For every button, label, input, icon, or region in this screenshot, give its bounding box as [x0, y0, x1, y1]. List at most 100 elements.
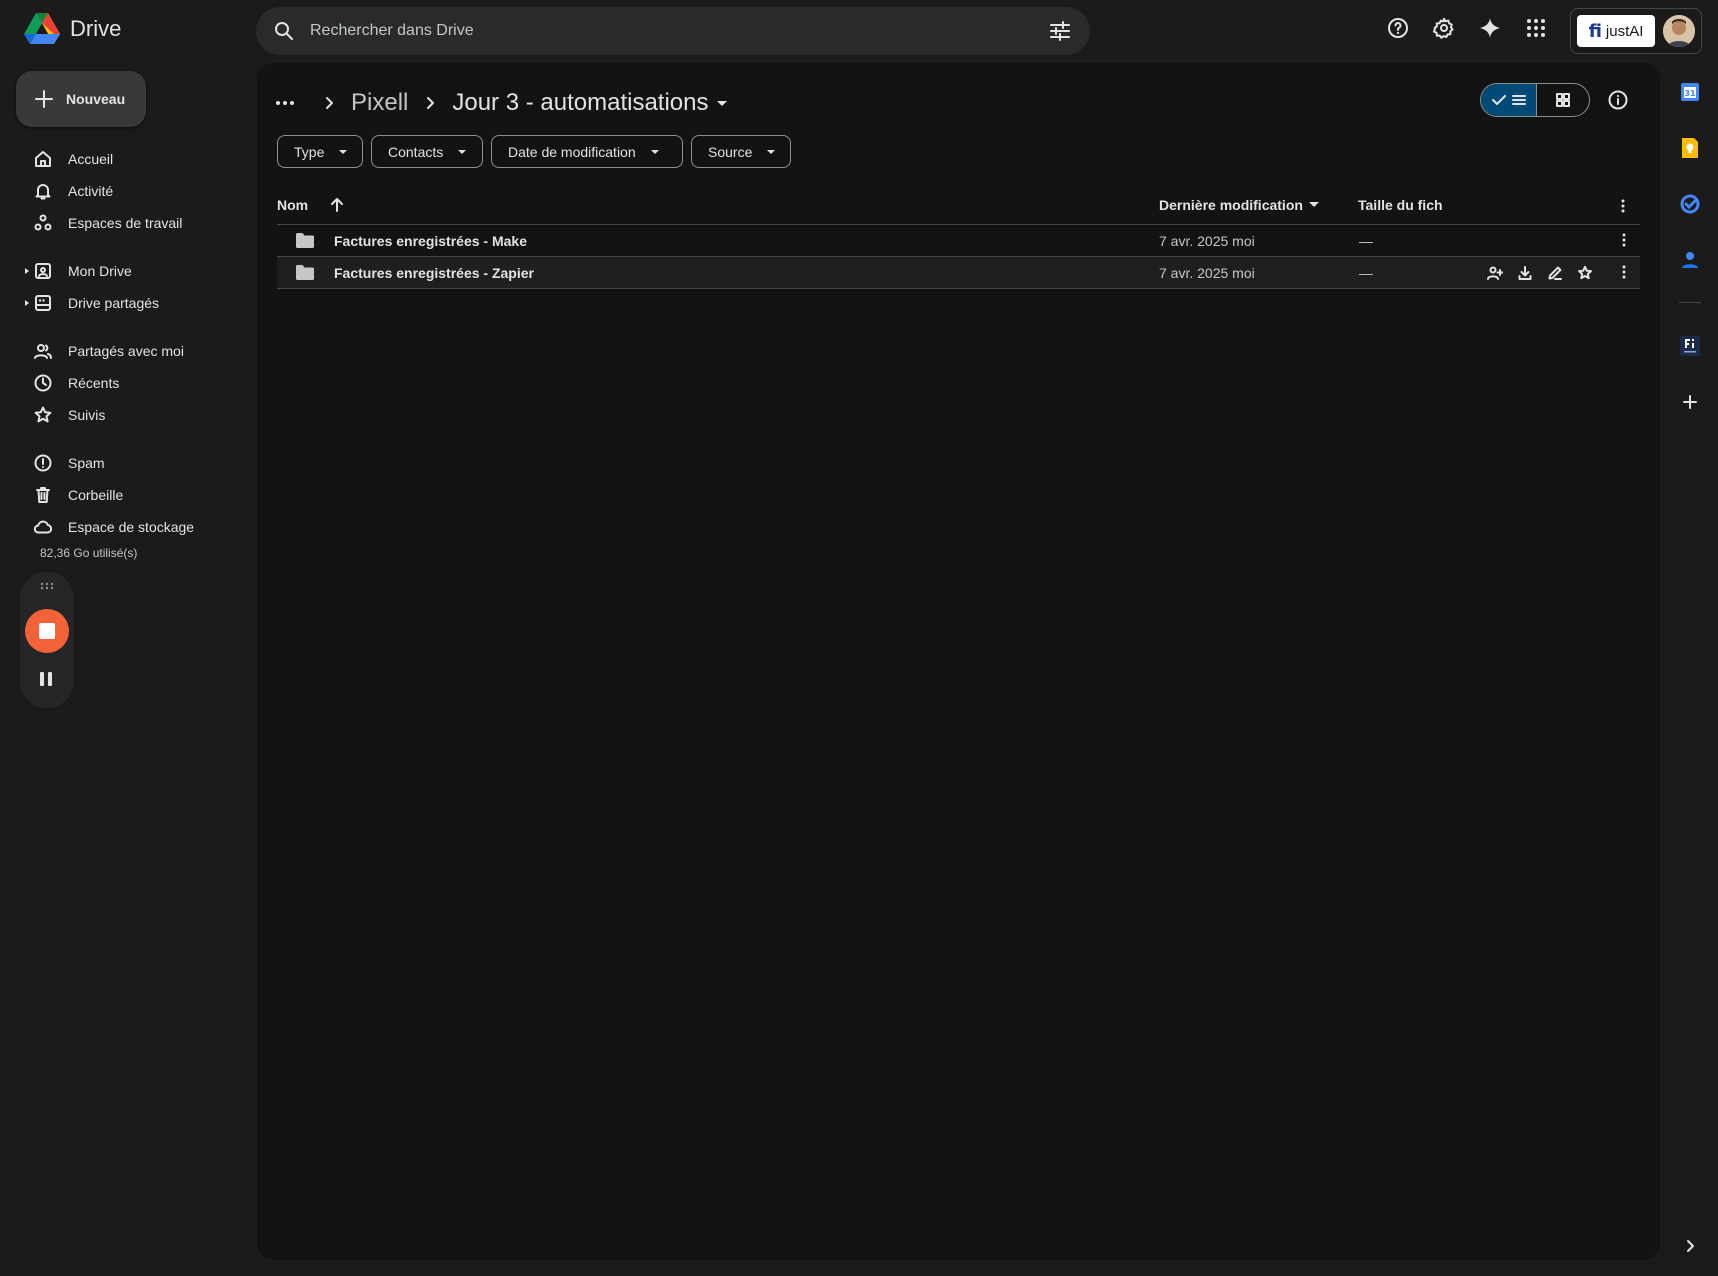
sidebar-item-recent[interactable]: Récents — [0, 367, 256, 399]
column-header-modified-label: Dernière modification — [1159, 197, 1303, 213]
filter-label: Type — [294, 143, 325, 160]
contacts-app-button[interactable] — [1676, 246, 1704, 274]
avatar-image — [1663, 15, 1695, 47]
sidebar-item-label: Accueil — [68, 151, 114, 167]
search-input[interactable] — [310, 22, 1048, 40]
info-icon[interactable] — [1607, 89, 1629, 111]
tasks-app-button[interactable] — [1676, 190, 1704, 218]
cloud-icon — [33, 520, 53, 534]
workspaces-icon — [34, 214, 52, 231]
contacts-icon — [1682, 252, 1698, 268]
caret-down-icon[interactable] — [712, 93, 732, 113]
filter-source[interactable]: Source — [691, 135, 791, 168]
main-content: Pixell Jour 3 - automatisations Type Con… — [257, 63, 1660, 1260]
filter-type[interactable]: Type — [277, 135, 363, 168]
list-view-button[interactable] — [1481, 84, 1537, 116]
help-icon — [1388, 18, 1408, 38]
search-icon[interactable] — [272, 19, 296, 43]
filter-label: Date de modification — [508, 143, 636, 160]
rename-pencil-icon[interactable] — [1547, 265, 1563, 281]
filter-label: Contacts — [388, 143, 444, 160]
sidebar-item-activity[interactable]: Activité — [0, 175, 256, 207]
more-horiz-icon[interactable] — [273, 91, 297, 115]
help-button[interactable] — [1385, 15, 1411, 41]
grid-view-button[interactable] — [1537, 84, 1589, 116]
apps-button[interactable] — [1523, 15, 1549, 41]
file-name[interactable]: Factures enregistrées - Zapier — [334, 265, 534, 281]
chevron-right-icon[interactable] — [1682, 1238, 1698, 1254]
new-button-label: Nouveau — [66, 91, 126, 107]
sidebar-item-home[interactable]: Accueil — [0, 143, 256, 175]
table-row[interactable]: Factures enregistrées - Zapier 7 avr. 20… — [277, 257, 1640, 289]
more-vert-icon[interactable] — [1622, 265, 1626, 279]
column-header-modified[interactable]: Dernière modification — [1159, 197, 1319, 213]
sidebar-item-shared-with-me[interactable]: Partagés avec moi — [0, 335, 256, 367]
sidebar-item-workspaces[interactable]: Espaces de travail — [0, 207, 256, 239]
file-name[interactable]: Factures enregistrées - Make — [334, 233, 527, 249]
pause-recording-button[interactable] — [40, 672, 52, 686]
star-icon — [34, 406, 52, 423]
sidebar-item-spam[interactable]: Spam — [0, 447, 256, 479]
filter-contacts[interactable]: Contacts — [371, 135, 483, 168]
keep-app-button[interactable] — [1676, 134, 1704, 162]
avatar[interactable] — [1663, 15, 1695, 47]
more-vert-icon[interactable] — [1622, 233, 1626, 247]
new-button[interactable]: Nouveau — [16, 71, 146, 127]
sidebar-item-storage[interactable]: Espace de stockage — [0, 511, 256, 543]
sidebar-item-label: Mon Drive — [68, 263, 132, 279]
expand-arrow-icon[interactable] — [24, 268, 30, 274]
chevron-right-icon — [326, 97, 333, 109]
people-icon — [34, 344, 52, 359]
table-row[interactable]: Factures enregistrées - Make 7 avr. 2025… — [277, 225, 1640, 257]
get-addons-button[interactable] — [1676, 388, 1704, 416]
column-header-name[interactable]: Nom — [277, 197, 308, 213]
caret-down-icon — [1308, 202, 1319, 207]
sidebar-item-label: Corbeille — [68, 487, 124, 503]
file-modified: 7 avr. 2025 moi — [1159, 233, 1255, 249]
drag-handle-icon[interactable] — [40, 582, 54, 590]
tasks-icon — [1680, 194, 1700, 214]
sort-arrow-up-icon[interactable] — [329, 197, 345, 213]
search-bar[interactable] — [256, 7, 1090, 55]
sidebar-item-shared-drives[interactable]: Drive partagés — [0, 287, 256, 319]
gear-icon — [1433, 17, 1454, 39]
caret-down-icon — [650, 149, 659, 154]
sidebar-item-starred[interactable]: Suivis — [0, 399, 256, 431]
sidebar-item-trash[interactable]: Corbeille — [0, 479, 256, 511]
view-toggle — [1480, 83, 1590, 117]
more-vert-icon[interactable] — [1621, 199, 1625, 213]
breadcrumb-parent[interactable]: Pixell — [351, 89, 408, 117]
file-table: Nom Dernière modification Taille du fich… — [277, 187, 1640, 289]
settings-button[interactable] — [1431, 15, 1457, 41]
file-size: — — [1359, 265, 1373, 281]
stop-recording-button[interactable] — [25, 609, 69, 653]
sparkle-icon — [1479, 17, 1501, 39]
justai-addon-icon — [1680, 336, 1700, 356]
calendar-app-button[interactable]: 31 — [1676, 78, 1704, 106]
filter-label: Source — [708, 143, 753, 160]
column-header-size[interactable]: Taille du fich — [1358, 197, 1443, 213]
sidebar-item-label: Spam — [68, 455, 105, 471]
screen-recorder-widget — [20, 572, 74, 708]
sidebar-item-label: Suivis — [68, 407, 106, 423]
search-options-icon[interactable] — [1048, 19, 1072, 43]
caret-down-icon — [339, 149, 348, 154]
expand-arrow-icon[interactable] — [24, 300, 30, 306]
download-icon[interactable] — [1517, 265, 1533, 281]
sidebar-item-label: Drive partagés — [68, 295, 160, 311]
calendar-icon: 31 — [1681, 83, 1699, 101]
my-drive-icon — [35, 263, 51, 279]
clock-icon — [34, 374, 52, 392]
plus-icon — [1683, 395, 1697, 409]
chevron-right-icon — [427, 97, 435, 109]
star-icon[interactable] — [1577, 265, 1593, 281]
bell-icon — [35, 184, 51, 200]
share-person-add-icon[interactable] — [1487, 265, 1503, 281]
justai-addon-button[interactable] — [1676, 332, 1704, 360]
drive-logo[interactable]: Drive — [24, 12, 121, 45]
gemini-button[interactable] — [1477, 15, 1503, 41]
filter-date-modified[interactable]: Date de modification — [491, 135, 683, 168]
breadcrumb-current[interactable]: Jour 3 - automatisations — [452, 89, 708, 117]
account-switcher[interactable]: fi justAI — [1570, 8, 1702, 54]
sidebar-item-my-drive[interactable]: Mon Drive — [0, 255, 256, 287]
